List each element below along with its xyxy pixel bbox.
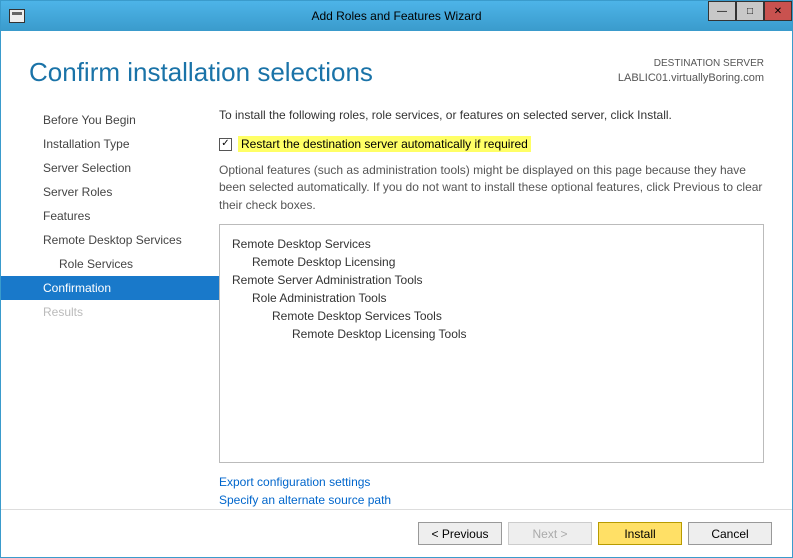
sidebar-item-before-you-begin[interactable]: Before You Begin — [1, 108, 219, 132]
destination-server-label: DESTINATION SERVER — [618, 57, 764, 71]
source-link[interactable]: Specify an alternate source path — [219, 491, 764, 509]
links: Export configuration settings Specify an… — [219, 473, 764, 509]
page-title: Confirm installation selections — [29, 57, 373, 88]
window-controls: — □ ✕ — [708, 1, 792, 21]
sidebar-item-features[interactable]: Features — [1, 204, 219, 228]
next-button: Next > — [508, 522, 592, 545]
sidebar-item-confirmation[interactable]: Confirmation — [1, 276, 219, 300]
destination-server: DESTINATION SERVER LABLIC01.virtuallyBor… — [618, 57, 764, 86]
export-link[interactable]: Export configuration settings — [219, 473, 764, 491]
window-title: Add Roles and Features Wizard — [311, 9, 481, 23]
sidebar-item-installation-type[interactable]: Installation Type — [1, 132, 219, 156]
feature-item: Remote Desktop Services — [232, 235, 751, 253]
sidebar: Before You BeginInstallation TypeServer … — [1, 98, 219, 509]
sidebar-item-server-selection[interactable]: Server Selection — [1, 156, 219, 180]
install-button[interactable]: Install — [598, 522, 682, 545]
main-panel: To install the following roles, role ser… — [219, 98, 764, 509]
restart-checkbox-label: Restart the destination server automatic… — [238, 136, 531, 152]
feature-item: Remote Desktop Services Tools — [232, 307, 751, 325]
previous-button[interactable]: < Previous — [418, 522, 502, 545]
restart-checkbox-row[interactable]: ✓ Restart the destination server automat… — [219, 136, 764, 152]
sidebar-item-remote-desktop-services[interactable]: Remote Desktop Services — [1, 228, 219, 252]
cancel-button[interactable]: Cancel — [688, 522, 772, 545]
titlebar: Add Roles and Features Wizard — □ ✕ — [1, 1, 792, 31]
intro-text: To install the following roles, role ser… — [219, 108, 764, 122]
minimize-button[interactable]: — — [708, 1, 736, 21]
feature-item: Remote Desktop Licensing — [232, 253, 751, 271]
feature-item: Remote Server Administration Tools — [232, 271, 751, 289]
header: Confirm installation selections DESTINAT… — [1, 31, 792, 98]
sidebar-item-results: Results — [1, 300, 219, 324]
feature-item: Role Administration Tools — [232, 289, 751, 307]
app-icon — [9, 9, 25, 23]
features-box: Remote Desktop ServicesRemote Desktop Li… — [219, 224, 764, 463]
optional-features-note: Optional features (such as administratio… — [219, 162, 764, 214]
maximize-button[interactable]: □ — [736, 1, 764, 21]
restart-checkbox[interactable]: ✓ — [219, 138, 232, 151]
destination-server-name: LABLIC01.virtuallyBoring.com — [618, 71, 764, 86]
sidebar-item-role-services[interactable]: Role Services — [1, 252, 219, 276]
close-button[interactable]: ✕ — [764, 1, 792, 21]
sidebar-item-server-roles[interactable]: Server Roles — [1, 180, 219, 204]
footer: < Previous Next > Install Cancel — [1, 509, 792, 557]
feature-item: Remote Desktop Licensing Tools — [232, 325, 751, 343]
